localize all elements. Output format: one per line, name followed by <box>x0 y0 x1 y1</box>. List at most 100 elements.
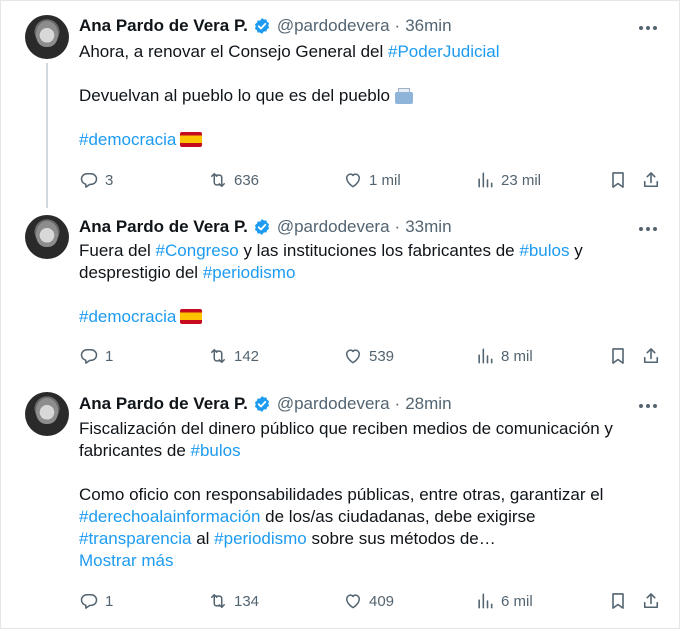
text-line: Fiscalización del dinero público que rec… <box>79 418 649 440</box>
more-options-icon[interactable] <box>637 395 659 417</box>
reply-button[interactable]: 1 <box>79 589 113 613</box>
text-line: #democracia <box>79 129 649 151</box>
reply-button[interactable]: 1 <box>79 344 113 368</box>
reply-icon <box>80 594 98 609</box>
views-icon <box>478 348 493 364</box>
views-icon <box>478 172 493 188</box>
views-count: 8 mil <box>501 347 533 365</box>
hashtag-link[interactable]: #Congreso <box>156 241 239 260</box>
repost-count: 134 <box>234 592 260 610</box>
text-line: #transparencia al #periodismo sobre sus … <box>79 528 649 550</box>
text-segment: desprestigio del <box>79 263 203 282</box>
hashtag-link[interactable]: #bulos <box>191 441 241 460</box>
text-line: Devuelvan al pueblo lo que es del pueblo <box>79 85 649 107</box>
text-segment: de los/as ciudadanas, debe exigirse <box>260 507 536 526</box>
share-button[interactable] <box>641 589 661 613</box>
share-button[interactable] <box>641 168 661 192</box>
like-button[interactable]: 409 <box>343 589 394 613</box>
ballot-box-icon <box>394 86 414 104</box>
like-count: 539 <box>369 347 395 365</box>
tweet-header: Ana Pardo de Vera P. @pardodevera · 28mi… <box>79 393 452 415</box>
reply-count: 3 <box>105 171 114 189</box>
avatar[interactable] <box>25 215 69 259</box>
bookmark-button[interactable] <box>608 589 628 613</box>
text-segment: al <box>191 529 215 548</box>
text-segment: sobre sus métodos de… <box>306 529 496 548</box>
bookmark-button[interactable] <box>608 168 628 192</box>
author-name[interactable]: Ana Pardo de Vera P. <box>79 16 248 36</box>
author-handle[interactable]: @pardodevera <box>277 16 390 36</box>
tweet-header: Ana Pardo de Vera P. @pardodevera · 36mi… <box>79 15 452 37</box>
verified-badge-icon <box>254 396 269 412</box>
heart-icon <box>346 594 360 609</box>
share-button[interactable] <box>641 344 661 368</box>
action-bar: 1 134 409 6 mil <box>79 589 664 613</box>
reply-icon <box>80 349 98 364</box>
text-line: Ahora, a renovar el Consejo General del … <box>79 41 649 63</box>
views-button[interactable]: 23 mil <box>475 168 541 192</box>
avatar[interactable] <box>25 15 69 59</box>
text-line: #democracia <box>79 306 649 328</box>
reply-button[interactable]: 3 <box>79 168 113 192</box>
text-segment: fabricantes de <box>79 441 191 460</box>
spain-flag-icon <box>180 309 203 324</box>
repost-icon <box>211 173 225 187</box>
author-name[interactable]: Ana Pardo de Vera P. <box>79 394 248 414</box>
action-bar: 3 636 1 mil 23 mil <box>79 168 664 192</box>
text-segment: Fiscalización del dinero público que rec… <box>79 419 613 438</box>
verified-badge-icon <box>254 219 269 235</box>
like-button[interactable]: 539 <box>343 344 394 368</box>
like-count: 1 mil <box>369 171 401 189</box>
repost-button[interactable]: 134 <box>208 589 259 613</box>
tweet-text: Fiscalización del dinero público que rec… <box>79 418 649 572</box>
timestamp[interactable]: 33min <box>405 217 451 237</box>
hashtag-link[interactable]: #bulos <box>519 241 569 260</box>
tweet-text: Ahora, a renovar el Consejo General del … <box>79 41 649 151</box>
hashtag-link[interactable]: #periodismo <box>203 263 296 282</box>
timestamp[interactable]: 36min <box>405 16 451 36</box>
more-options-icon[interactable] <box>637 17 659 39</box>
hashtag-link[interactable]: #periodismo <box>214 529 307 548</box>
show-more-link[interactable]: Mostrar más <box>79 551 173 570</box>
hashtag-link[interactable]: #derechoalainformación <box>79 507 260 526</box>
bookmark-icon <box>612 348 624 364</box>
separator-dot: · <box>394 16 401 35</box>
timeline-frame: Ana Pardo de Vera P. @pardodevera · 36mi… <box>0 0 680 629</box>
author-handle[interactable]: @pardodevera <box>277 217 390 237</box>
hashtag-link[interactable]: #PoderJudicial <box>388 42 500 61</box>
timestamp[interactable]: 28min <box>405 394 451 414</box>
heart-icon <box>346 173 360 188</box>
text-line: desprestigio del #periodismo <box>79 262 649 284</box>
text-line: Como oficio con responsabilidades públic… <box>79 484 649 506</box>
hashtag-link[interactable]: #democracia <box>79 130 176 149</box>
repost-button[interactable]: 142 <box>208 344 259 368</box>
views-icon <box>478 593 493 609</box>
repost-count: 636 <box>234 171 260 189</box>
author-handle[interactable]: @pardodevera <box>277 394 390 414</box>
views-button[interactable]: 8 mil <box>475 344 533 368</box>
share-icon <box>643 348 659 364</box>
separator-dot: · <box>394 217 401 236</box>
author-name[interactable]: Ana Pardo de Vera P. <box>79 217 248 237</box>
text-line: #derechoalainformación de los/as ciudada… <box>79 506 649 528</box>
more-options-icon[interactable] <box>637 218 659 240</box>
views-count: 6 mil <box>501 592 533 610</box>
bookmark-button[interactable] <box>608 344 628 368</box>
text-line: fabricantes de #bulos <box>79 440 649 462</box>
hashtag-link[interactable]: #democracia <box>79 307 176 326</box>
like-button[interactable]: 1 mil <box>343 168 401 192</box>
views-button[interactable]: 6 mil <box>475 589 533 613</box>
bookmark-icon <box>612 593 624 609</box>
bookmark-icon <box>612 172 624 188</box>
tweet-text: Fuera del #Congreso y las instituciones … <box>79 240 649 328</box>
repost-button[interactable]: 636 <box>208 168 259 192</box>
repost-count: 142 <box>234 347 260 365</box>
avatar[interactable] <box>25 392 69 436</box>
repost-icon <box>211 594 225 608</box>
hashtag-link[interactable]: #transparencia <box>79 529 191 548</box>
action-bar: 1 142 539 8 mil <box>79 344 664 368</box>
verified-badge-icon <box>254 18 269 34</box>
like-count: 409 <box>369 592 395 610</box>
